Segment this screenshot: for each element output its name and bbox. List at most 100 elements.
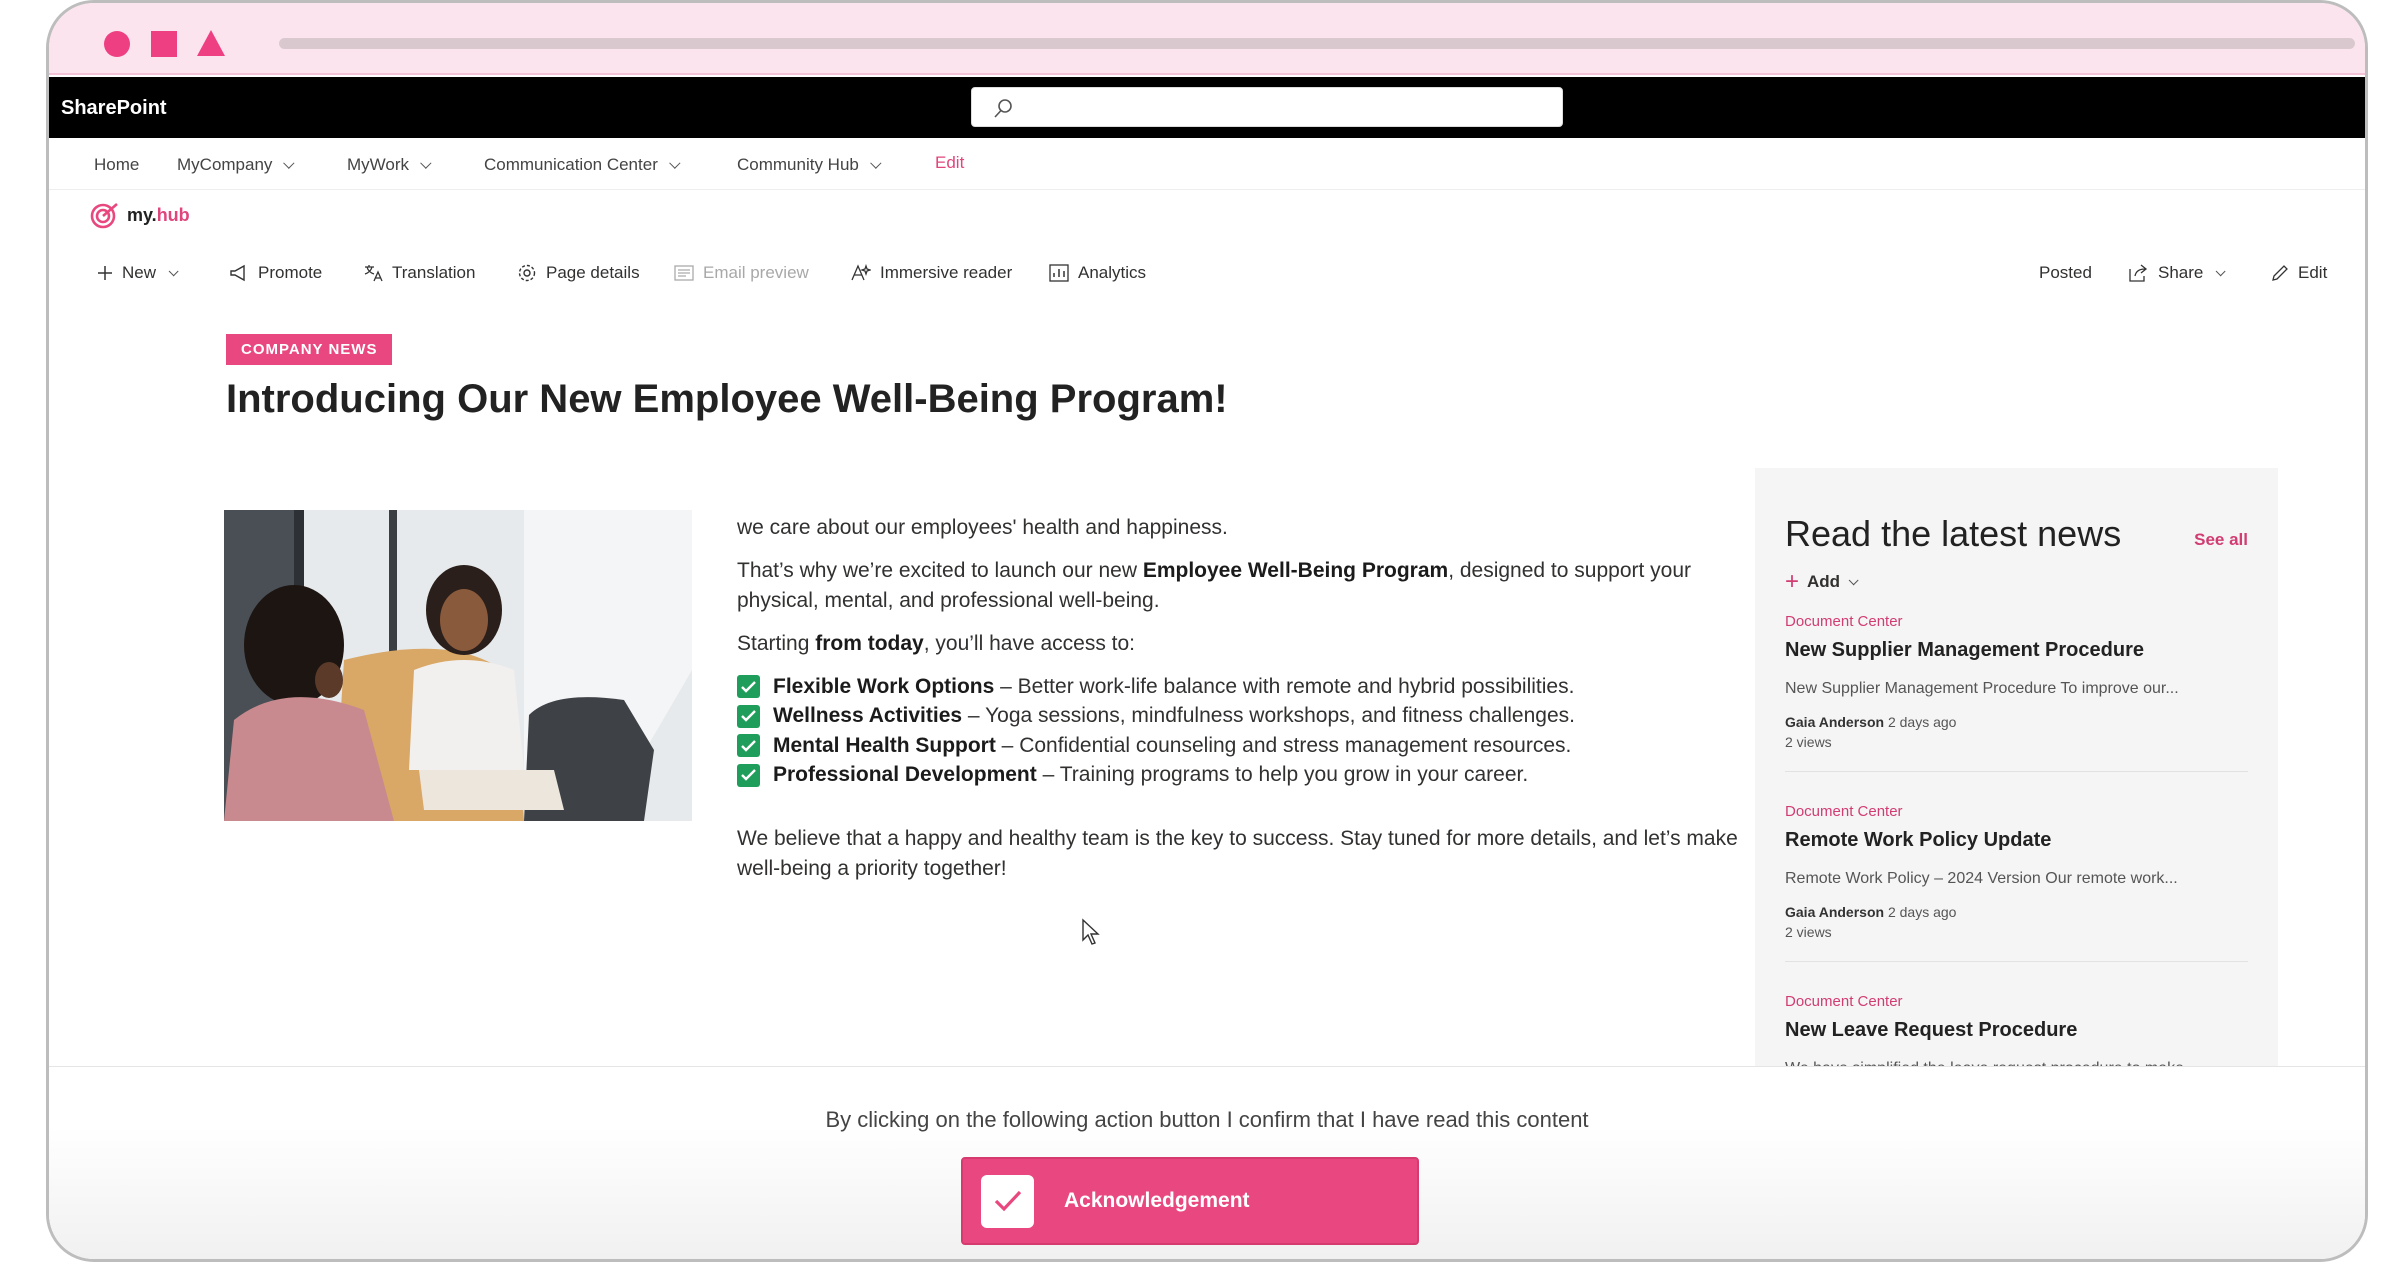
benefits-list: Flexible Work Options – Better work-life…	[737, 672, 1767, 790]
search-icon	[994, 99, 1012, 118]
page-details-button[interactable]: Page details	[517, 263, 640, 283]
chevron-down-icon	[2216, 265, 2226, 276]
translation-label: Translation	[392, 263, 476, 282]
logo-text-part: my.	[127, 204, 157, 225]
two-women-talking-photo	[224, 510, 692, 821]
square-shape-icon	[151, 31, 177, 57]
news-category[interactable]: Document Center	[1785, 613, 2248, 630]
see-all-link[interactable]: See all	[2194, 530, 2248, 550]
acknowledgement-button[interactable]: Acknowledgement	[961, 1157, 1419, 1245]
nav-label: Communication Center	[484, 155, 658, 174]
edit-page-button[interactable]: Edit	[2271, 263, 2327, 283]
benefit-title: Mental Health Support	[773, 733, 996, 757]
intro-paragraph: we care about our employees' health and …	[737, 516, 1228, 539]
pencil-icon	[2272, 265, 2288, 281]
news-author: Gaia Anderson	[1785, 904, 1885, 920]
benefit-text: – Training programs to help you grow in …	[1036, 763, 1529, 787]
nav-item-mywork[interactable]: MyWork	[347, 155, 432, 175]
checkbox-checked-icon	[737, 734, 760, 758]
news-time: 2 days ago	[1887, 714, 1957, 730]
command-bar: New Promote Translation Page details Ema…	[49, 253, 2365, 297]
chevron-down-icon	[283, 157, 295, 169]
benefit-title: Flexible Work Options	[773, 674, 995, 698]
analytics-label: Analytics	[1078, 263, 1147, 282]
divider	[1785, 961, 2248, 962]
window-chrome	[49, 3, 2365, 75]
news-title[interactable]: New Supplier Management Procedure	[1785, 639, 2248, 662]
new-label: New	[122, 263, 157, 282]
email-preview-icon	[674, 265, 694, 281]
address-bar[interactable]	[279, 38, 2355, 49]
nav-label: MyWork	[347, 155, 410, 174]
acknowledgement-bar: By clicking on the following action butt…	[49, 1066, 2365, 1259]
list-item: Wellness Activities – Yoga sessions, min…	[737, 702, 1767, 732]
news-item[interactable]: Document Center New Leave Request Proced…	[1785, 993, 2248, 1068]
list-item: Mental Health Support – Confidential cou…	[737, 731, 1767, 761]
news-category[interactable]: Document Center	[1785, 993, 2248, 1010]
email-preview-button[interactable]: Email preview	[674, 263, 809, 283]
nav-label: MyCompany	[177, 155, 273, 174]
news-meta: Gaia Anderson 2 days ago	[1785, 904, 2248, 920]
site-logo[interactable]: my.hub	[89, 201, 190, 229]
checkbox-checked-icon	[737, 675, 760, 699]
chevron-down-icon	[870, 157, 882, 169]
mouse-cursor-icon	[1082, 918, 1100, 945]
hub-navigation: Home MyCompany MyWork Communication Cent…	[49, 138, 2365, 190]
suite-bar: SharePoint	[49, 77, 2365, 138]
news-heading: Read the latest news	[1785, 513, 2122, 554]
news-title[interactable]: Remote Work Policy Update	[1785, 829, 2248, 852]
app-window: SharePoint Home MyCompany MyWork Communi…	[46, 0, 2368, 1262]
news-category[interactable]: Document Center	[1785, 803, 2248, 820]
megaphone-icon	[230, 264, 245, 282]
chevron-down-icon	[420, 157, 432, 169]
promote-button[interactable]: Promote	[229, 263, 322, 283]
list-item: Professional Development – Training prog…	[737, 761, 1767, 791]
edit-label: Edit	[2298, 263, 2328, 282]
page-details-label: Page details	[546, 263, 640, 282]
translate-icon	[364, 265, 383, 282]
divider	[1785, 771, 2248, 772]
nav-item-community-hub[interactable]: Community Hub	[737, 155, 882, 175]
nav-item-home[interactable]: Home	[94, 155, 139, 175]
app-brand[interactable]: SharePoint	[61, 97, 167, 120]
share-button[interactable]: Share	[2129, 263, 2226, 283]
immersive-reader-button[interactable]: Immersive reader	[851, 263, 1012, 283]
news-views: 2 views	[1785, 924, 1832, 940]
benefit-text: – Better work-life balance with remote a…	[994, 674, 1575, 698]
news-author: Gaia Anderson	[1785, 714, 1885, 730]
benefit-title: Professional Development	[773, 763, 1037, 787]
email-preview-label: Email preview	[703, 263, 809, 282]
promote-label: Promote	[258, 263, 323, 282]
news-excerpt: Remote Work Policy – 2024 Version Our re…	[1785, 870, 2178, 887]
add-news-button[interactable]: + Add	[1785, 568, 1859, 596]
acknowledgement-label: Acknowledgement	[1064, 1189, 1250, 1212]
access-paragraph: Starting from today, you’ll have access …	[737, 629, 1767, 659]
analytics-icon	[1049, 264, 1069, 282]
chevron-down-icon	[168, 265, 179, 276]
text-run-bold: from today	[815, 632, 924, 655]
translation-button[interactable]: Translation	[363, 263, 475, 283]
benefit-title: Wellness Activities	[773, 704, 963, 728]
nav-item-communication-center[interactable]: Communication Center	[484, 155, 681, 175]
checkbox-checked-icon	[737, 704, 760, 728]
news-item[interactable]: Document Center Remote Work Policy Updat…	[1785, 803, 2248, 940]
page-title: Introducing Our New Employee Well-Being …	[226, 377, 1228, 421]
text-run: , you’ll have access to:	[923, 632, 1136, 655]
logo-text: my.hub	[127, 205, 190, 226]
text-run: That’s why we’re excited to launch our n…	[737, 559, 1143, 582]
news-item[interactable]: Document Center New Supplier Management …	[1785, 613, 2248, 750]
target-logo-icon	[90, 203, 118, 229]
news-title[interactable]: New Leave Request Procedure	[1785, 1019, 2248, 1042]
checkmark-icon	[981, 1174, 1034, 1228]
nav-edit-link[interactable]: Edit	[935, 153, 964, 173]
share-icon	[2129, 264, 2148, 282]
article-photo	[224, 510, 692, 821]
nav-item-mycompany[interactable]: MyCompany	[177, 155, 295, 175]
new-button[interactable]: New	[97, 263, 179, 283]
closing-paragraph: We believe that a happy and healthy team…	[737, 827, 1738, 880]
analytics-button[interactable]: Analytics	[1049, 263, 1146, 283]
checkbox-checked-icon	[737, 763, 760, 787]
text-run: Starting	[737, 632, 816, 655]
logo-text-part: hub	[156, 204, 190, 225]
search-input[interactable]	[971, 87, 1563, 127]
